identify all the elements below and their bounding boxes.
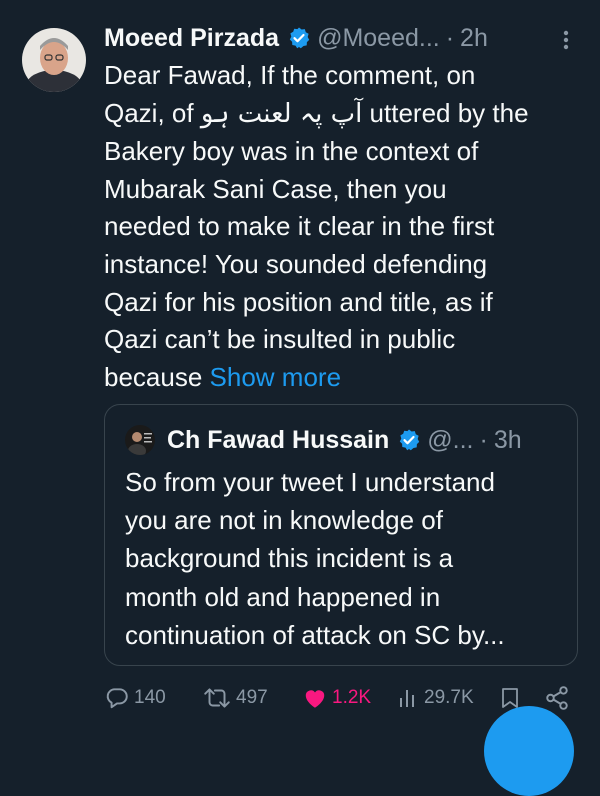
tweet-text-segment: Qazi, of — [104, 97, 194, 128]
quoted-tweet-timestamp[interactable]: 3h — [494, 426, 522, 455]
compose-fab[interactable] — [484, 706, 574, 796]
quoted-tweet[interactable]: Ch Fawad Hussain @... · 3h So from your … — [104, 404, 578, 666]
more-vertical-icon[interactable] — [562, 30, 570, 50]
author-name[interactable]: Moeed Pirzada — [104, 24, 279, 53]
quoted-header-separator: · — [479, 425, 488, 454]
quoted-tweet-header: Ch Fawad Hussain @... · 3h — [125, 423, 561, 457]
tweet-text-urdu: آپ پہ لعنت ہو — [200, 98, 363, 129]
like-button[interactable]: 1.2K — [302, 680, 371, 716]
quoted-text-line: month old and happened in — [125, 581, 441, 612]
header-separator: · — [445, 23, 455, 52]
quoted-text-line: So from your tweet I understand — [125, 467, 495, 497]
views-button[interactable]: 29.7K — [398, 680, 474, 716]
tweet-text-line: instance! You sounded defending — [104, 248, 488, 279]
quoted-text-line: you are not in knowledge of — [125, 505, 443, 536]
quoted-tweet-text: So from your tweet I understand you are … — [125, 463, 565, 654]
retweet-icon — [204, 688, 230, 708]
quoted-author-name[interactable]: Ch Fawad Hussain — [167, 426, 389, 455]
tweet-text-segment: uttered by the — [369, 97, 529, 128]
heart-icon — [305, 690, 325, 708]
retweet-button[interactable]: 497 — [202, 680, 268, 716]
tweet-text-line: Bakery boy was in the context of — [104, 136, 479, 167]
quoted-text-line: continuation of attack on SC by... — [125, 619, 505, 650]
quoted-text-line: background this incident is a — [125, 543, 454, 574]
reply-button[interactable]: 140 — [104, 680, 166, 716]
author-handle[interactable]: @Moeed... — [317, 24, 440, 53]
tweet-text-line: Dear Fawad, If the comment, on — [104, 60, 476, 90]
retweet-count: 497 — [236, 687, 268, 708]
tweet-timestamp[interactable]: 2h — [460, 24, 488, 53]
quoted-author-handle[interactable]: @... — [427, 426, 473, 455]
like-count: 1.2K — [332, 687, 372, 708]
show-more-link[interactable]: Show more — [210, 362, 342, 392]
tweet-text-line: needed to make it clear in the first — [104, 211, 495, 242]
tweet-text-line: Mubarak Sani Case, then you — [104, 173, 447, 204]
tweet-text-line: because Show more — [104, 359, 574, 397]
reply-count: 140 — [134, 687, 166, 708]
verified-badge-icon — [287, 26, 311, 50]
tweet-text-line: Qazi, of آپ پہ لعنت ہو uttered by the — [104, 95, 574, 134]
author-avatar[interactable] — [22, 28, 86, 92]
tweet-text-line: Qazi for his position and title, as if — [104, 286, 493, 317]
author-photo — [22, 28, 86, 92]
tweet-header: Moeed Pirzada @Moeed... · 2h — [104, 20, 580, 56]
views-icon — [400, 690, 414, 707]
quoted-author-avatar[interactable] — [125, 425, 155, 455]
tweet[interactable]: Moeed Pirzada @Moeed... · 2h Dear Fawad,… — [0, 0, 600, 796]
tweet-text-line: Qazi can’t be insulted in public — [104, 324, 456, 355]
reply-icon — [106, 688, 128, 709]
quoted-author-photo — [125, 425, 155, 455]
verified-badge-icon — [397, 428, 421, 452]
share-icon — [546, 686, 568, 710]
views-count: 29.7K — [424, 687, 474, 708]
tweet-text-segment: because — [104, 361, 203, 392]
tweet-text: Dear Fawad, If the comment, on Qazi, of … — [104, 57, 574, 396]
